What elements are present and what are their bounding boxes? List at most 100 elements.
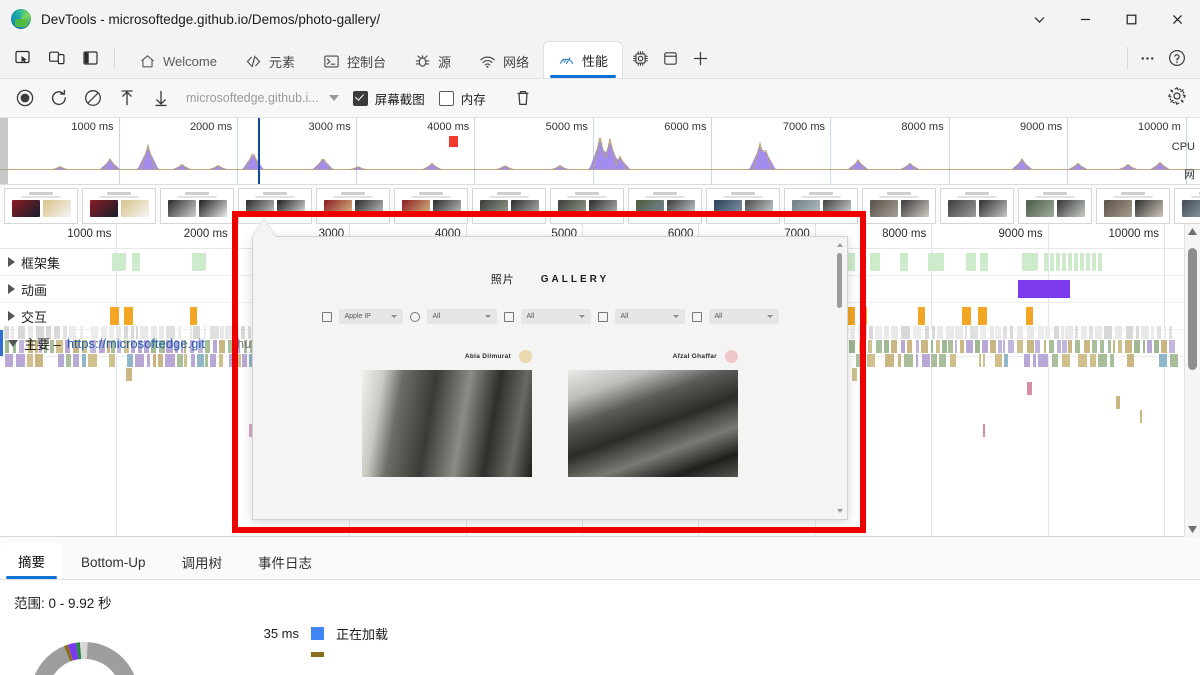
frame-block[interactable] — [1044, 253, 1048, 271]
flame-segment[interactable] — [1035, 340, 1040, 353]
flame-segment[interactable] — [966, 340, 973, 353]
tab-performance[interactable]: 性能 — [543, 41, 623, 78]
frame-block[interactable] — [132, 253, 140, 271]
flame-segment[interactable] — [868, 340, 872, 353]
drawer-tab[interactable]: 事件日志 — [240, 545, 330, 579]
interaction-block[interactable] — [124, 307, 133, 325]
flame-segment[interactable] — [1065, 326, 1073, 339]
flame-segment[interactable] — [904, 354, 912, 367]
flame-segment[interactable] — [1033, 354, 1036, 367]
flame-segment[interactable] — [1075, 340, 1080, 353]
flame-segment[interactable] — [1027, 326, 1034, 339]
chevron-down-icon[interactable] — [1016, 0, 1062, 38]
drawer-tab[interactable]: Bottom-Up — [63, 545, 164, 579]
inspect-icon[interactable] — [8, 43, 38, 73]
flame-segment[interactable] — [885, 354, 894, 367]
track-frames-header[interactable]: 框架集 — [8, 249, 60, 275]
flame-segment[interactable] — [1038, 354, 1048, 367]
flame-segment[interactable] — [891, 340, 896, 353]
flame-segment[interactable] — [936, 340, 940, 353]
maximize-button[interactable] — [1108, 0, 1154, 38]
memory-checkbox[interactable]: 内存 — [439, 89, 486, 108]
flame-segment[interactable] — [975, 340, 981, 353]
tab-network[interactable]: 网络 — [465, 44, 543, 78]
memory-chip-icon[interactable] — [625, 43, 655, 73]
flame-segment[interactable] — [925, 326, 930, 339]
flame-segment[interactable] — [1147, 340, 1152, 353]
frame-block[interactable] — [1050, 253, 1054, 271]
flame-segment[interactable] — [1136, 326, 1139, 339]
delete-icon[interactable] — [508, 84, 538, 112]
flame-segment[interactable] — [875, 326, 882, 339]
flame-segment[interactable] — [1024, 354, 1030, 367]
frame-block[interactable] — [1080, 253, 1084, 271]
flame-segment[interactable] — [1164, 326, 1167, 339]
target-selector[interactable]: microsoftedge.github.i... — [186, 91, 339, 105]
flame-segment[interactable] — [995, 326, 1001, 339]
flame-segment[interactable] — [884, 326, 888, 339]
flame-segment[interactable] — [1061, 326, 1064, 339]
flame-segment[interactable] — [1017, 340, 1023, 353]
flame-segment[interactable] — [937, 326, 943, 339]
flame-segment[interactable] — [1140, 410, 1143, 423]
flame-segment[interactable] — [1075, 326, 1078, 339]
interaction-block[interactable] — [1026, 307, 1033, 325]
flame-segment[interactable] — [1108, 340, 1110, 353]
frame-block[interactable] — [112, 253, 126, 271]
flame-segment[interactable] — [1038, 326, 1044, 339]
flame-segment[interactable] — [1115, 326, 1122, 339]
flame-segment[interactable] — [1017, 326, 1023, 339]
flame-segment[interactable] — [1062, 354, 1070, 367]
frame-block[interactable] — [1086, 253, 1090, 271]
flame-segment[interactable] — [1003, 326, 1007, 339]
drawer-tab[interactable]: 调用树 — [164, 545, 241, 579]
timeline-overview[interactable]: 1000 ms2000 ms3000 ms4000 ms5000 ms6000 … — [0, 118, 1200, 185]
frame-block[interactable] — [192, 253, 206, 271]
clear-icon[interactable] — [78, 84, 108, 112]
flame-segment[interactable] — [1154, 340, 1160, 353]
help-icon[interactable] — [1162, 43, 1192, 73]
flame-chart-scrollbar[interactable] — [1184, 224, 1200, 537]
flame-segment[interactable] — [1159, 354, 1167, 367]
filmstrip-frame[interactable] — [160, 188, 234, 224]
flame-segment[interactable] — [1084, 340, 1090, 353]
more-options-icon[interactable] — [1132, 43, 1162, 73]
frame-block[interactable] — [1062, 253, 1066, 271]
flame-segment[interactable] — [1049, 340, 1054, 353]
flame-segment[interactable] — [1090, 354, 1096, 367]
flame-segment[interactable] — [942, 340, 947, 353]
flame-segment[interactable] — [990, 326, 994, 339]
flame-segment[interactable] — [955, 326, 962, 339]
flame-segment[interactable] — [907, 340, 912, 353]
flame-segment[interactable] — [983, 424, 985, 437]
flame-segment[interactable] — [869, 326, 872, 339]
frame-block[interactable] — [1022, 253, 1038, 271]
reload-record-icon[interactable] — [44, 84, 74, 112]
flame-segment[interactable] — [983, 354, 985, 367]
frame-block[interactable] — [900, 253, 908, 271]
interaction-block[interactable] — [978, 307, 987, 325]
upload-icon[interactable] — [112, 84, 142, 112]
flame-segment[interactable] — [1089, 326, 1094, 339]
flame-segment[interactable] — [1170, 354, 1179, 367]
scrollbar-thumb[interactable] — [1188, 248, 1197, 370]
flame-segment[interactable] — [1095, 326, 1102, 339]
flame-segment[interactable] — [1141, 326, 1150, 339]
flame-segment[interactable] — [901, 340, 905, 353]
drawer-tab[interactable]: 摘要 — [0, 543, 63, 579]
frame-block[interactable] — [1056, 253, 1060, 271]
frame-block[interactable] — [870, 253, 880, 271]
frame-block[interactable] — [1092, 253, 1096, 271]
flame-segment[interactable] — [998, 340, 1002, 353]
flame-segment[interactable] — [931, 340, 933, 353]
filmstrip-frame[interactable] — [862, 188, 936, 224]
application-icon[interactable] — [655, 43, 685, 73]
flame-segment[interactable] — [1143, 340, 1146, 353]
flame-segment[interactable] — [891, 326, 897, 339]
flame-segment[interactable] — [1008, 340, 1014, 353]
frame-block[interactable] — [980, 253, 988, 271]
animation-block[interactable] — [1018, 280, 1070, 298]
flame-segment[interactable] — [1003, 340, 1005, 353]
interaction-block[interactable] — [110, 307, 119, 325]
track-interactions-header[interactable]: 交互 — [8, 303, 47, 329]
